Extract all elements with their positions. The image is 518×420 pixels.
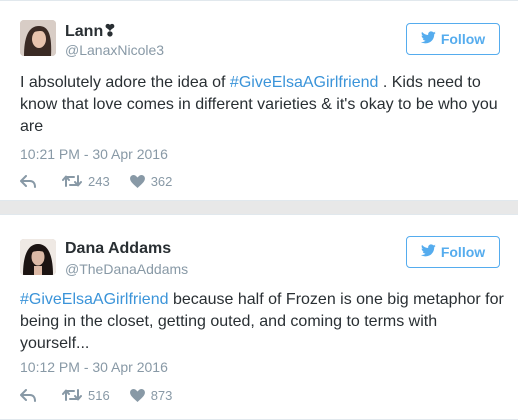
user-handle[interactable]: @TheDanaAddams xyxy=(65,261,188,277)
like-button[interactable]: 362 xyxy=(129,173,173,189)
timestamp[interactable]: 10:12 PM - 30 Apr 2016 xyxy=(20,359,168,375)
retweet-icon xyxy=(62,174,82,188)
hashtag-link[interactable]: #GiveElsaAGirlfriend xyxy=(230,74,379,91)
tweet-text: I absolutely adore the idea of #GiveElsa… xyxy=(20,72,506,138)
like-count: 873 xyxy=(150,387,173,403)
display-name[interactable]: Dana Addams xyxy=(65,240,171,258)
bird-icon xyxy=(420,31,436,47)
bird-icon xyxy=(420,244,436,260)
follow-button[interactable]: Follow xyxy=(406,23,500,55)
heart-icon xyxy=(129,174,145,188)
retweet-button[interactable]: 243 xyxy=(62,174,110,189)
follow-label: Follow xyxy=(440,31,486,47)
timestamp[interactable]: 10:21 PM - 30 Apr 2016 xyxy=(20,146,168,162)
like-button[interactable]: 873 xyxy=(129,387,173,403)
tweet-card: Lann❣ @LanaxNicole3 Follow I absolutely … xyxy=(0,0,518,201)
hashtag-link[interactable]: #GiveElsaAGirlfriend xyxy=(20,291,169,308)
retweet-icon xyxy=(62,388,82,402)
avatar[interactable] xyxy=(20,239,56,275)
heart-icon xyxy=(129,388,145,402)
avatar[interactable] xyxy=(20,20,56,56)
like-count: 362 xyxy=(150,173,173,189)
follow-button[interactable]: Follow xyxy=(406,236,500,268)
follow-label: Follow xyxy=(440,244,486,260)
user-handle[interactable]: @LanaxNicole3 xyxy=(65,42,164,58)
retweet-button[interactable]: 516 xyxy=(62,388,110,403)
tweet-text: #GiveElsaAGirlfriend because half of Fro… xyxy=(20,289,506,355)
reply-button[interactable] xyxy=(20,388,36,402)
reply-icon xyxy=(20,174,36,188)
display-name[interactable]: Lann❣ xyxy=(65,21,117,41)
reply-icon xyxy=(20,388,36,402)
tweet-actions: 243 362 xyxy=(20,172,172,190)
retweet-count: 516 xyxy=(88,387,110,403)
tweet-actions: 516 873 xyxy=(20,386,172,404)
retweet-count: 243 xyxy=(88,173,110,189)
reply-button[interactable] xyxy=(20,174,36,188)
tweet-card: Dana Addams @TheDanaAddams Follow #GiveE… xyxy=(0,214,518,420)
tweet-text-before: I absolutely adore the idea of xyxy=(20,74,230,91)
